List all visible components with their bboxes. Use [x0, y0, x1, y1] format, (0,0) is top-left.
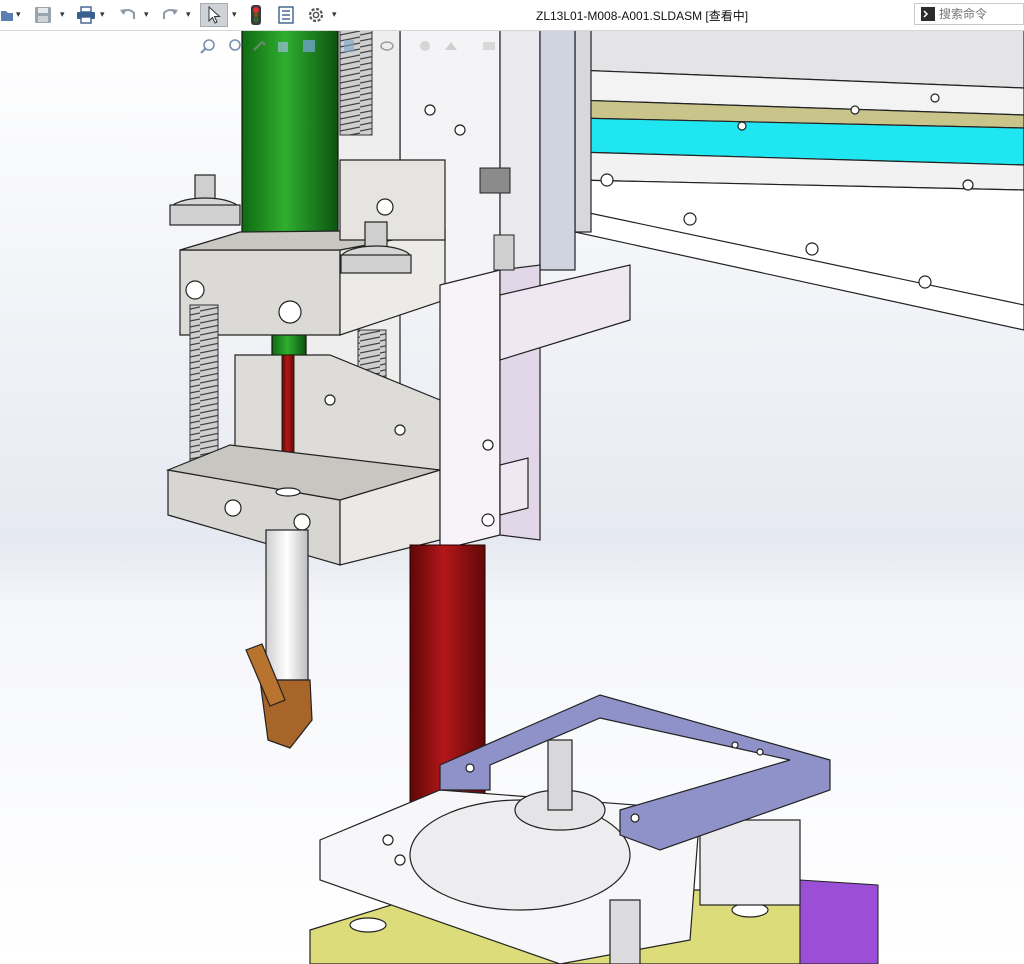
- print-button[interactable]: [74, 3, 98, 27]
- display-style-icon: [344, 40, 354, 52]
- undo-button[interactable]: [116, 3, 140, 27]
- view-settings-icon: [483, 42, 495, 50]
- options-gear-icon: [308, 7, 324, 23]
- file-properties-icon: [278, 6, 294, 24]
- view-orientation-button[interactable]: [298, 34, 320, 58]
- apply-scene-button[interactable]: [440, 34, 462, 58]
- select-pointer-icon: [208, 6, 221, 24]
- graphics-viewport[interactable]: [0, 30, 1024, 964]
- zoom-to-fit-icon: [200, 39, 215, 54]
- undo-icon: [120, 9, 135, 19]
- open-button[interactable]: [0, 3, 14, 27]
- select-button[interactable]: [200, 3, 228, 27]
- edit-appearance-icon: [420, 41, 430, 51]
- zoom-to-fit-button[interactable]: [198, 34, 218, 58]
- hide-show-items-icon: [380, 41, 394, 51]
- section-view-button[interactable]: [274, 34, 294, 58]
- search-commands-input[interactable]: [939, 7, 1019, 21]
- zoom-area-icon: [229, 39, 241, 51]
- title-bar: ▾ ▾ ▾ ▾ ▾ ▾ ▾ ZL13L01-M008-A001.SLDASM […: [0, 0, 1024, 31]
- save-dropdown-icon[interactable]: ▾: [60, 9, 65, 20]
- undo-dropdown-icon[interactable]: ▾: [144, 9, 149, 20]
- redo-button[interactable]: [158, 3, 182, 27]
- purple-side-block: [799, 879, 879, 964]
- open-dropdown-icon[interactable]: ▾: [16, 9, 21, 20]
- rebuild-button[interactable]: [246, 3, 266, 27]
- zoom-area-button[interactable]: [224, 34, 244, 58]
- select-dropdown-icon[interactable]: ▾: [232, 9, 237, 20]
- section-view-icon: [278, 42, 288, 52]
- open-icon: [1, 11, 13, 21]
- redo-icon: [163, 9, 178, 19]
- view-settings-button[interactable]: [478, 34, 500, 58]
- options-dropdown-icon[interactable]: ▾: [332, 9, 337, 20]
- file-properties-button[interactable]: [274, 3, 298, 27]
- window-title: ZL13L01-M008-A001.SLDASM [查看中]: [536, 9, 749, 23]
- redo-dropdown-icon[interactable]: ▾: [186, 9, 191, 20]
- hide-show-items-button[interactable]: [376, 34, 398, 58]
- apply-scene-icon: [445, 42, 457, 50]
- left-guide-spring: [189, 304, 219, 471]
- print-dropdown-icon[interactable]: ▾: [100, 9, 105, 20]
- print-icon: [77, 6, 95, 24]
- view-orientation-icon: [303, 40, 315, 52]
- previous-view-icon: [253, 40, 266, 51]
- options-button[interactable]: [304, 3, 328, 27]
- rebuild-traffic-light-icon: [251, 5, 261, 25]
- search-box[interactable]: [914, 3, 1024, 25]
- save-icon: [35, 7, 51, 23]
- edit-appearance-button[interactable]: [414, 34, 436, 58]
- command-prompt-icon: [921, 7, 935, 21]
- display-style-button[interactable]: [338, 34, 360, 58]
- previous-view-button[interactable]: [250, 34, 270, 58]
- save-button[interactable]: [32, 3, 54, 27]
